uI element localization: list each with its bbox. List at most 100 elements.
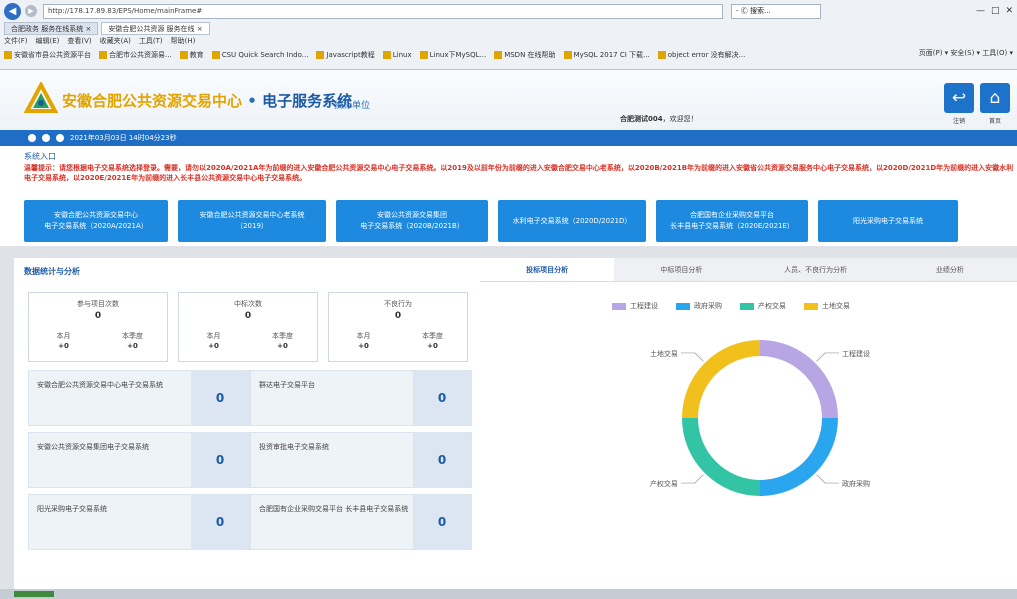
stat-card-participation: 参与项目次数 0 本月 +0 本季度 +0 <box>28 292 168 362</box>
leader-line <box>680 352 704 362</box>
legend-swatch <box>740 302 754 310</box>
legend-item[interactable]: 政府采购 <box>676 301 722 311</box>
main-panel: 数据统计与分析 参与项目次数 0 本月 +0 本季度 +0 中标次数 0 本月 +0 … <box>14 258 1017 589</box>
browser-tab-active[interactable]: 安徽合肥公共资源 服务在线 × <box>101 22 210 35</box>
back-icon[interactable]: ◀ <box>4 2 21 20</box>
favorite-link[interactable]: 安徽省市县公共资源平台 <box>4 50 91 60</box>
legend-item[interactable]: 产权交易 <box>740 301 786 311</box>
settings-icon[interactable] <box>42 134 50 142</box>
donut-slice[interactable] <box>760 418 838 496</box>
scrollbar-thumb[interactable] <box>14 591 54 597</box>
minimize-icon[interactable]: — <box>976 6 985 16</box>
platform-count: 0 <box>191 371 249 425</box>
favorite-link[interactable]: Linux下MySQL... <box>419 50 486 60</box>
leader-line <box>816 352 840 362</box>
address-bar[interactable]: http://178.17.89.83/EPS/Home/mainFrame# <box>43 3 723 19</box>
favorite-link[interactable]: 教育 <box>179 50 204 60</box>
calendar-icon <box>56 134 64 142</box>
stat-value: 0 <box>244 311 252 321</box>
stat-month: 本月 +0 <box>56 332 71 350</box>
system-button[interactable]: 安徽合肥公共资源交易中心 电子交易系统（2020A/2021A） <box>24 200 168 242</box>
menu-help[interactable]: 帮助(H) <box>171 36 196 47</box>
logout-button[interactable]: ↩ <box>944 83 974 113</box>
system-button[interactable]: 阳光采购电子交易系统 <box>818 200 958 242</box>
logout-icon: ↩ <box>951 88 967 108</box>
logout-label: 注销 <box>952 118 965 125</box>
donut-slice[interactable] <box>682 340 760 418</box>
browser-chrome: ◀ ▶ http://178.17.89.83/EPS/Home/mainFra… <box>0 0 1017 70</box>
title-separator: • <box>242 92 263 110</box>
platform-count: 0 <box>413 371 471 425</box>
scrollbar[interactable] <box>0 589 1017 599</box>
legend-item[interactable]: 土地交易 <box>804 301 850 311</box>
entry-title: 系统入口 <box>24 152 56 161</box>
tab-bid-analysis[interactable]: 投标项目分析 <box>480 258 615 281</box>
system-button[interactable]: 安徽合肥公共资源交易中心老系统 （2019） <box>178 200 326 242</box>
home-button[interactable]: ⌂ <box>980 83 1010 113</box>
platform-card[interactable]: 合肥国有企业采购交易平台 长丰县电子交易系统 0 <box>250 494 472 550</box>
tab-win-analysis[interactable]: 中标项目分析 <box>614 258 748 281</box>
stat-quarter: 本季度 +0 <box>272 332 293 350</box>
browser-toolbar-right[interactable]: 页面(P) ▾ 安全(S) ▾ 工具(O) ▾ <box>919 48 1013 58</box>
menu-view[interactable]: 查看(V) <box>67 36 91 47</box>
favorite-icon <box>316 51 325 59</box>
window-controls: — □ ✕ <box>976 6 1013 16</box>
browser-tabs: 合肥政务 服务在线系统 × 安徽合肥公共资源 服务在线 × <box>0 22 210 35</box>
close-icon[interactable]: ✕ <box>1005 6 1013 16</box>
address-row: ◀ ▶ http://178.17.89.83/EPS/Home/mainFra… <box>0 0 1017 22</box>
system-button[interactable]: 安徽公共资源交易集团 电子交易系统（2020B/2021B） <box>336 200 488 242</box>
favorite-link[interactable]: Linux <box>382 51 412 59</box>
system-button[interactable]: 合肥国有企业采购交易平台 长丰县电子交易系统（2020E/2021E） <box>656 200 808 242</box>
menu-file[interactable]: 文件(F) <box>4 36 28 47</box>
favorite-link[interactable]: CSU Quick Search Indo... <box>211 51 308 59</box>
stat-quarter: 本季度 +0 <box>122 332 143 350</box>
favorite-icon <box>99 51 107 59</box>
slice-label: 产权交易 <box>650 479 678 488</box>
home-label: 首页 <box>988 118 1001 125</box>
platform-card[interactable]: 投资审批电子交易系统 0 <box>250 432 472 488</box>
platform-name: 安徽公共资源交易集团电子交易系统 <box>37 443 149 451</box>
platform-card[interactable]: 群达电子交易平台 0 <box>250 370 472 426</box>
stat-quarter: 本季度 +0 <box>422 332 443 350</box>
legend-swatch <box>804 302 818 310</box>
app-title-main: 安徽合肥公共资源交易中心 <box>62 92 243 110</box>
favorite-link[interactable]: MSDN 在线帮助 <box>494 50 556 60</box>
favorite-icon <box>179 51 188 59</box>
favorite-icon <box>419 51 428 59</box>
donut-slice[interactable] <box>682 418 760 496</box>
stat-card-misconduct: 不良行为 0 本月 +0 本季度 +0 <box>328 292 468 362</box>
menu-edit[interactable]: 编辑(E) <box>36 36 60 47</box>
user-role: 投标单位 <box>334 101 371 111</box>
stat-label: 不良行为 <box>384 300 412 308</box>
tab-performance-analysis[interactable]: 业绩分析 <box>883 258 1017 281</box>
system-button[interactable]: 水利电子交易系统（2020D/2021D） <box>498 200 646 242</box>
platform-count: 0 <box>191 495 249 549</box>
slice-label: 土地交易 <box>650 349 678 358</box>
menu-tools[interactable]: 工具(T) <box>139 36 163 47</box>
platform-count: 0 <box>413 495 471 549</box>
tab-personnel-analysis[interactable]: 人员、不良行为分析 <box>749 258 883 281</box>
donut-slice[interactable] <box>760 340 838 418</box>
menu-favorites[interactable]: 收藏夹(A) <box>100 36 131 47</box>
favorite-link[interactable]: object error 没有解决... <box>657 50 745 60</box>
stat-month: 本月 +0 <box>356 332 371 350</box>
favorite-link[interactable]: MySQL 2017 CI 下载... <box>563 50 650 60</box>
platform-name: 投资审批电子交易系统 <box>259 443 329 451</box>
platform-card[interactable]: 安徽合肥公共资源交易中心电子交易系统 0 <box>28 370 250 426</box>
stat-card-wins: 中标次数 0 本月 +0 本季度 +0 <box>178 292 318 362</box>
stat-label: 参与项目次数 <box>77 300 119 308</box>
platform-card[interactable]: 阳光采购电子交易系统 0 <box>28 494 250 550</box>
notice-text: 温馨提示：请您根据电子交易系统选择登录。需要，请勿以2020A/2021A年为前… <box>24 164 1014 182</box>
browser-search-input[interactable]: - Ⓒ 搜索... <box>731 3 821 19</box>
favorite-icon <box>211 51 220 59</box>
legend-item[interactable]: 工程建设 <box>612 301 658 311</box>
favorite-icon <box>4 51 12 59</box>
forward-icon[interactable]: ▶ <box>25 5 37 17</box>
favorite-link[interactable]: Javascript教程 <box>316 50 375 60</box>
maximize-icon[interactable]: □ <box>991 6 1000 16</box>
platform-count: 0 <box>413 433 471 487</box>
location-icon <box>28 134 36 142</box>
favorite-link[interactable]: 合肥市公共资源易... <box>99 50 172 60</box>
platform-card[interactable]: 安徽公共资源交易集团电子交易系统 0 <box>28 432 250 488</box>
browser-tab[interactable]: 合肥政务 服务在线系统 × <box>4 22 99 35</box>
